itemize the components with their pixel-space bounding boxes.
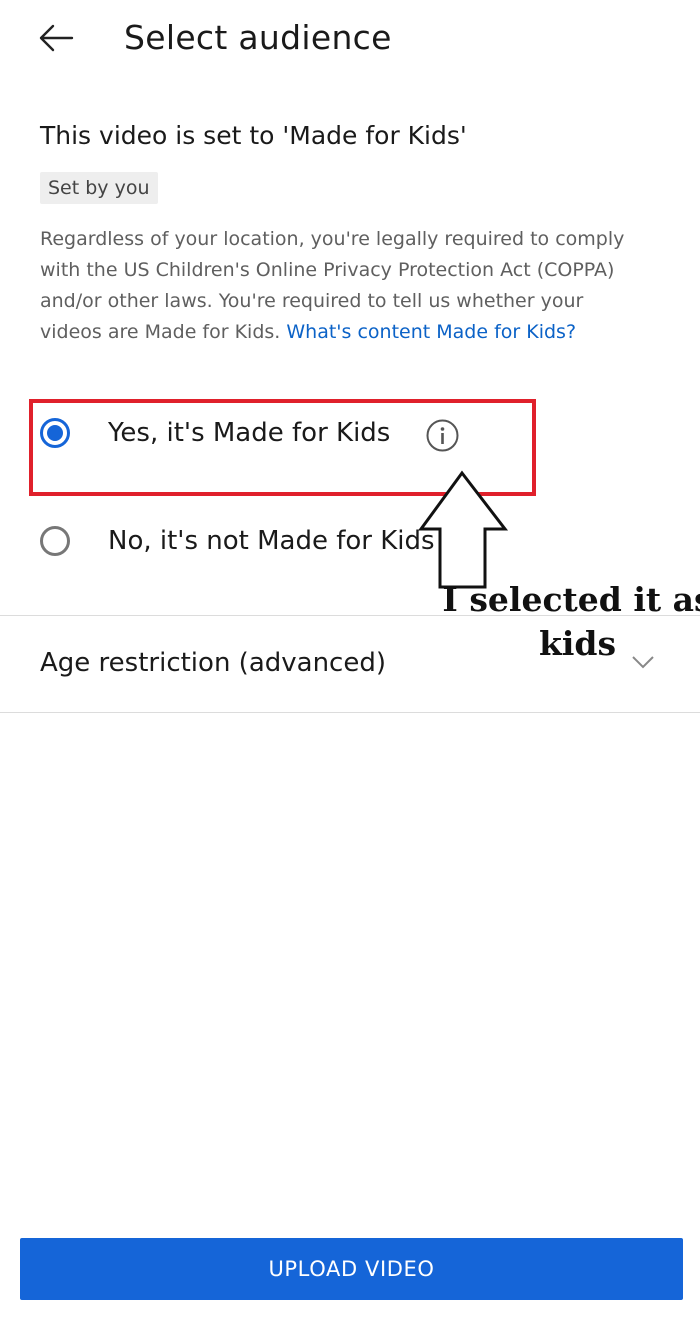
made-for-kids-help-link[interactable]: What's content Made for Kids? (286, 321, 576, 343)
description-text: videos are Made for Kids. (40, 321, 281, 343)
divider (0, 712, 700, 713)
audience-status-title: This video is set to 'Made for Kids' (40, 121, 467, 150)
arrow-left-icon (39, 24, 74, 52)
annotation-arrow-icon (418, 470, 509, 589)
description-line: videos are Made for Kids. What's content… (40, 317, 670, 348)
annotation-text-line: kids (538, 624, 617, 663)
age-restriction-label: Age restriction (advanced) (40, 648, 386, 678)
annotation-text-line: I selected it as (442, 580, 700, 619)
option-no-not-made-for-kids[interactable]: No, it's not Made for Kids (40, 526, 435, 556)
radio-unselected-icon[interactable] (40, 526, 70, 556)
page-title: Select audience (124, 18, 392, 57)
annotation-text: I selected it as kids (440, 578, 700, 666)
upload-video-button[interactable]: UPLOAD VIDEO (20, 1238, 683, 1300)
description-line: with the US Children's Online Privacy Pr… (40, 259, 615, 281)
description-line: and/or other laws. You're required to te… (40, 290, 584, 312)
set-by-chip: Set by you (40, 172, 158, 204)
option-no-label: No, it's not Made for Kids (108, 526, 435, 556)
coppa-description: Regardless of your location, you're lega… (40, 224, 670, 348)
back-button[interactable] (30, 14, 82, 62)
description-line: Regardless of your location, you're lega… (40, 228, 625, 250)
